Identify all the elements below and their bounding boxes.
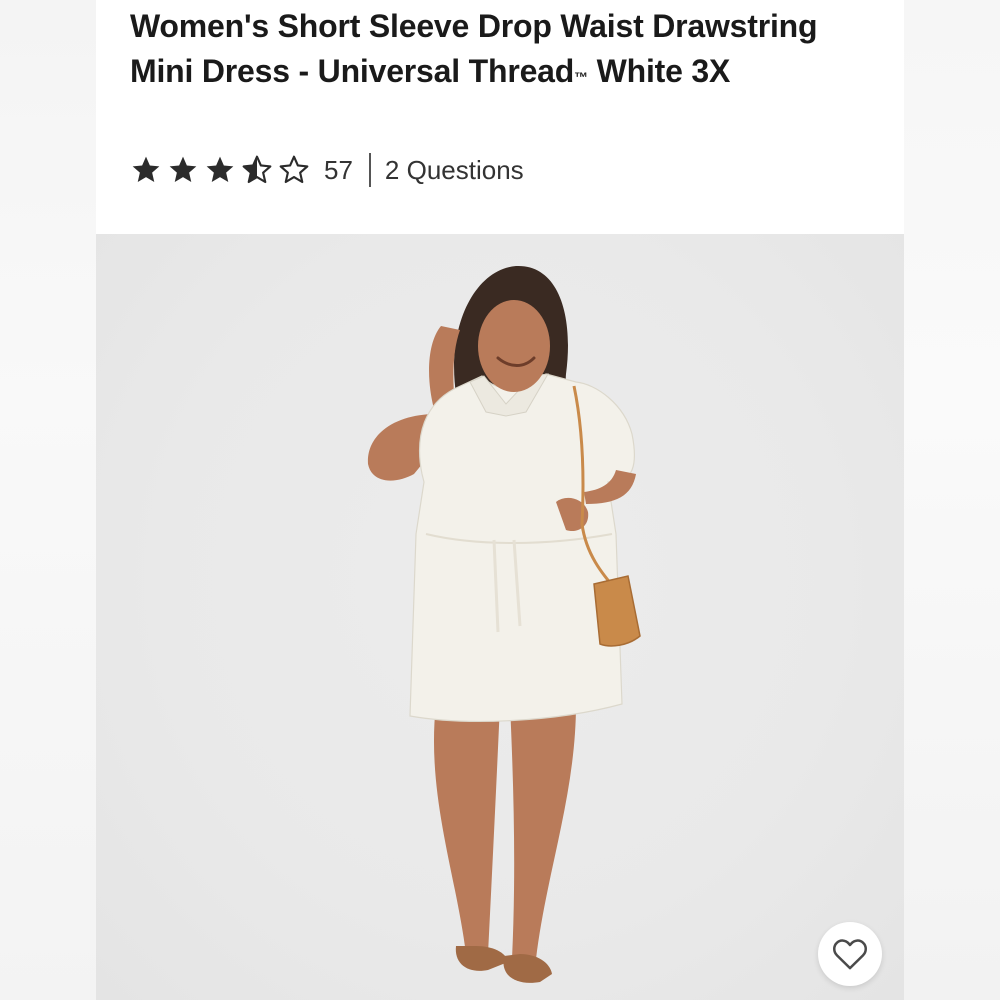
star-outline-icon	[279, 155, 309, 184]
star-half-icon	[242, 155, 272, 184]
product-image[interactable]	[96, 234, 904, 1000]
review-count[interactable]: 57	[324, 155, 353, 186]
star-icon	[206, 156, 234, 182]
star-icon	[132, 156, 160, 182]
product-header: Women's Short Sleeve Drop Waist Drawstri…	[96, 0, 904, 234]
trademark-mark: ™	[574, 69, 588, 85]
questions-link[interactable]: 2 Questions	[385, 155, 524, 186]
model-illustration	[367, 265, 641, 983]
product-title: Women's Short Sleeve Drop Waist Drawstri…	[130, 4, 870, 94]
right-margin	[904, 0, 1000, 1000]
heart-outline-icon	[833, 939, 867, 970]
left-margin	[0, 0, 96, 1000]
divider	[368, 153, 371, 187]
star-icon	[169, 156, 197, 182]
star-rating[interactable]	[130, 154, 310, 186]
rating-row: 57 2 Questions	[130, 150, 524, 190]
favorite-button[interactable]	[818, 922, 882, 986]
product-title-suffix: White 3X	[587, 53, 731, 89]
